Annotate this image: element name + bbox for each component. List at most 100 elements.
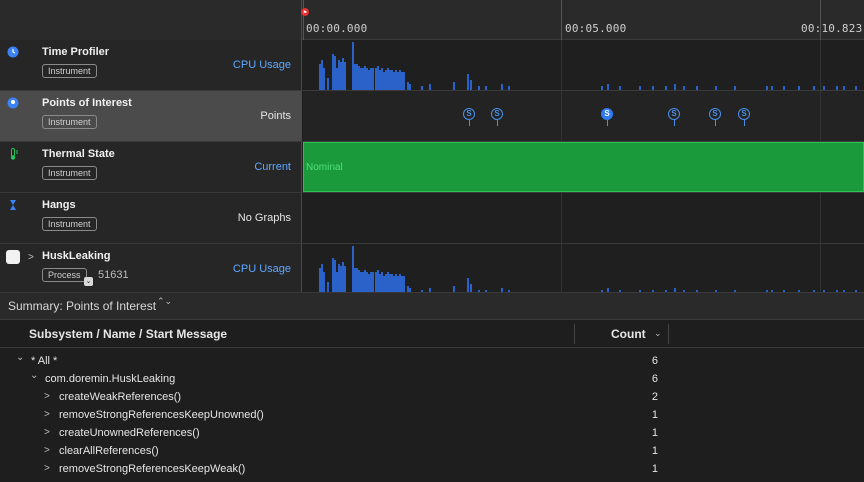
cpu-bar bbox=[771, 86, 773, 90]
cpu-bar bbox=[501, 84, 503, 90]
cpu-bar bbox=[485, 86, 487, 90]
summary-chevrons-icon[interactable]: ⌃⌄ bbox=[157, 297, 172, 306]
chevron-right-icon[interactable]: > bbox=[44, 463, 50, 474]
track-info-thermal-state[interactable]: Thermal State Instrument Current bbox=[0, 142, 302, 192]
poi-stem bbox=[744, 120, 745, 126]
table-row[interactable]: ⌄ * All * 6 bbox=[0, 352, 864, 371]
cpu-bar bbox=[453, 82, 455, 90]
track-graph-type[interactable]: Current bbox=[254, 161, 291, 173]
grid-line bbox=[561, 193, 562, 243]
tick-label-5: 00:05.000 bbox=[565, 22, 627, 35]
summary-bar[interactable]: Summary: Points of Interest ⌃⌄ bbox=[0, 292, 864, 320]
cpu-bar bbox=[665, 86, 667, 90]
playhead-flag-icon[interactable]: ⚑ bbox=[301, 5, 309, 19]
track-row-hangs[interactable]: Hangs Instrument No Graphs bbox=[0, 193, 864, 244]
table-row[interactable]: > clearAllReferences() 1 bbox=[0, 443, 864, 461]
column-header-name[interactable]: Subsystem / Name / Start Message bbox=[29, 327, 227, 341]
track-graph-points-of-interest[interactable]: SSSSSS bbox=[303, 91, 864, 141]
track-graph-time-profiler[interactable] bbox=[303, 40, 864, 90]
row-count: 1 bbox=[651, 445, 658, 457]
poi-marker-icon[interactable]: S bbox=[491, 108, 503, 120]
cpu-bar bbox=[467, 74, 469, 90]
cpu-bar bbox=[421, 86, 423, 90]
cpu-bar bbox=[344, 266, 346, 294]
cpu-bar bbox=[470, 80, 472, 90]
tick-5 bbox=[561, 0, 562, 40]
cpu-bar bbox=[652, 86, 654, 90]
table-row[interactable]: > createWeakReferences() 2 bbox=[0, 389, 864, 407]
poi-marker-icon[interactable]: S bbox=[738, 108, 750, 120]
time-ruler[interactable]: 00:00.000 00:05.000 00:10.823 ⚑ bbox=[0, 0, 864, 40]
summary-title[interactable]: Summary: Points of Interest bbox=[8, 299, 156, 313]
grid-line bbox=[820, 40, 821, 90]
table-row[interactable]: > createUnownedReferences() 1 bbox=[0, 425, 864, 443]
poi-marker-icon[interactable]: S bbox=[463, 108, 475, 120]
track-title: Hangs bbox=[42, 199, 76, 211]
row-name: removeStrongReferencesKeepUnowned() bbox=[59, 409, 264, 421]
cpu-bar bbox=[683, 86, 685, 90]
track-badge: Process bbox=[42, 268, 87, 282]
track-graph-type[interactable]: CPU Usage bbox=[233, 59, 291, 71]
row-name: * All * bbox=[31, 355, 58, 367]
column-divider[interactable] bbox=[574, 324, 575, 344]
hourglass-icon bbox=[7, 199, 19, 211]
chevron-right-icon[interactable]: > bbox=[44, 391, 50, 402]
track-info-time-profiler[interactable]: Time Profiler Instrument CPU Usage bbox=[0, 40, 302, 90]
cpu-bar bbox=[607, 84, 609, 90]
sort-chevron-icon[interactable]: ⌄ bbox=[654, 328, 662, 339]
track-row-husk-leaking[interactable]: > HuskLeaking Process ⌄ 51631 CPU Usage bbox=[0, 244, 864, 295]
track-badge: Instrument bbox=[42, 217, 97, 231]
table-row[interactable]: > removeStrongReferencesKeepWeak() 1 bbox=[0, 461, 864, 479]
ruler-left-blank bbox=[0, 0, 302, 40]
chevron-down-icon[interactable]: ⌄ bbox=[30, 370, 38, 381]
poi-marker-icon[interactable]: S bbox=[668, 108, 680, 120]
grid-line bbox=[561, 40, 562, 90]
thermal-state-band[interactable]: Nominal bbox=[303, 142, 864, 192]
row-name: removeStrongReferencesKeepWeak() bbox=[59, 463, 246, 475]
map-pin-icon bbox=[7, 97, 19, 109]
cpu-bar bbox=[674, 84, 676, 90]
track-row-thermal-state[interactable]: Thermal State Instrument Current Nominal bbox=[0, 142, 864, 193]
badge-chevron-icon[interactable]: ⌄ bbox=[84, 277, 93, 286]
chevron-right-icon[interactable]: > bbox=[44, 427, 50, 438]
cpu-bar bbox=[508, 86, 510, 90]
track-title: Thermal State bbox=[42, 148, 115, 160]
chevron-down-icon[interactable]: ⌄ bbox=[16, 352, 24, 363]
row-name: createUnownedReferences() bbox=[59, 427, 200, 439]
row-name: createWeakReferences() bbox=[59, 391, 182, 403]
cpu-bar bbox=[823, 86, 825, 90]
column-divider-2[interactable] bbox=[668, 324, 669, 344]
poi-marker-icon[interactable]: S bbox=[709, 108, 721, 120]
table-row[interactable]: ⌄ com.doremin.HuskLeaking 6 bbox=[0, 370, 864, 389]
cpu-bar bbox=[813, 86, 815, 90]
track-graph-type: No Graphs bbox=[237, 212, 291, 224]
clock-icon bbox=[7, 46, 19, 58]
checkbox-icon[interactable] bbox=[6, 250, 20, 264]
track-info-husk-leaking[interactable]: > HuskLeaking Process ⌄ 51631 CPU Usage bbox=[0, 244, 302, 294]
row-count: 1 bbox=[651, 463, 658, 475]
table-row[interactable]: > removeStrongReferencesKeepUnowned() 1 bbox=[0, 407, 864, 425]
cpu-bar bbox=[478, 86, 480, 90]
track-badge: Instrument bbox=[42, 64, 97, 78]
track-graph-husk-leaking[interactable] bbox=[303, 244, 864, 294]
cpu-bar bbox=[855, 86, 857, 90]
track-info-hangs[interactable]: Hangs Instrument No Graphs bbox=[0, 193, 302, 243]
track-graph-thermal-state[interactable]: Nominal bbox=[303, 142, 864, 192]
chevron-right-icon[interactable]: > bbox=[44, 409, 50, 420]
track-info-points-of-interest[interactable]: Points of Interest Instrument Points bbox=[0, 91, 302, 141]
track-row-points-of-interest[interactable]: Points of Interest Instrument Points S S S S S S bbox=[0, 91, 864, 142]
track-title: Points of Interest bbox=[42, 97, 132, 109]
track-graph-type[interactable]: CPU Usage bbox=[233, 263, 291, 275]
cpu-bar bbox=[372, 272, 374, 294]
cpu-bar bbox=[639, 86, 641, 90]
column-header-count[interactable]: Count bbox=[611, 327, 646, 341]
track-badge: Instrument bbox=[42, 166, 97, 180]
chevron-right-icon[interactable]: > bbox=[44, 445, 50, 456]
chevron-right-icon[interactable]: > bbox=[28, 252, 34, 263]
track-graph-hangs[interactable] bbox=[303, 193, 864, 243]
row-name: com.doremin.HuskLeaking bbox=[45, 373, 176, 385]
cpu-bar bbox=[323, 272, 325, 294]
track-row-time-profiler[interactable]: Time Profiler Instrument CPU Usage bbox=[0, 40, 864, 91]
process-pid: 51631 bbox=[98, 269, 129, 281]
poi-marker-icon[interactable]: S bbox=[601, 108, 613, 120]
